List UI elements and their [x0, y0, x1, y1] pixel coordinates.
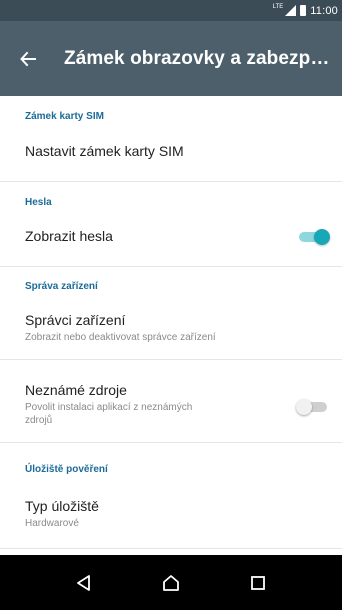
divider [0, 181, 342, 182]
arrow-left-icon [20, 51, 36, 66]
page-title: Zámek obrazovky a zabezp… [64, 47, 330, 69]
network-type: LTE [272, 3, 284, 10]
signal-icon [285, 5, 297, 16]
divider [0, 359, 342, 360]
nav-home-button[interactable] [151, 563, 191, 603]
settings-list: Zámek karty SIM Nastavit zámek karty SIM… [0, 96, 342, 555]
section-header-credential-storage: Úložiště pověření [25, 464, 108, 475]
setting-show-passwords-title: Zobrazit hesla [25, 228, 113, 244]
square-icon [251, 575, 266, 590]
setting-device-administrators[interactable]: Správci zařízení Zobrazit nebo deaktivov… [0, 302, 342, 352]
setting-unknown-sources[interactable]: Neznámé zdroje Povolit instalaci aplikac… [0, 372, 342, 436]
status-icons: LTE 11:00 [272, 3, 338, 17]
back-button[interactable] [0, 21, 56, 96]
setting-storage-type[interactable]: Typ úložiště Hardwarové [0, 488, 342, 538]
setting-storage-type-title: Typ úložiště [25, 498, 99, 514]
divider [0, 266, 342, 267]
navigation-bar [0, 555, 342, 610]
setting-unknown-sources-title: Neznámé zdroje [25, 382, 127, 398]
setting-device-administrators-subtitle: Zobrazit nebo deaktivovat správce zaříze… [25, 332, 216, 343]
section-header-sim: Zámek karty SIM [25, 111, 104, 122]
show-passwords-toggle[interactable] [296, 227, 330, 247]
house-icon [163, 574, 179, 591]
setting-device-administrators-title: Správci zařízení [25, 312, 126, 328]
section-header-passwords: Hesla [25, 197, 52, 208]
toggle-thumb [296, 399, 312, 415]
battery-icon [300, 5, 307, 16]
section-header-device-admin: Správa zařízení [25, 281, 98, 292]
setting-unknown-sources-subtitle-line1: Povolit instalaci aplikací z neznámých [25, 402, 193, 413]
clock: 11:00 [310, 4, 338, 17]
divider [0, 442, 342, 443]
divider [0, 548, 342, 549]
setting-sim-lock[interactable]: Nastavit zámek karty SIM [0, 132, 342, 172]
unknown-sources-toggle[interactable] [296, 397, 330, 417]
triangle-left-icon [76, 574, 90, 591]
app-bar: Zámek obrazovky a zabezp… [0, 21, 342, 96]
nav-back-button[interactable] [64, 563, 104, 603]
setting-show-passwords[interactable]: Zobrazit hesla [0, 218, 342, 258]
setting-unknown-sources-subtitle-line2: zdrojů [25, 415, 53, 426]
nav-recents-button[interactable] [238, 563, 278, 603]
setting-storage-type-subtitle: Hardwarové [25, 518, 79, 529]
toggle-thumb [314, 229, 330, 245]
setting-sim-lock-title: Nastavit zámek karty SIM [25, 143, 184, 159]
status-bar: LTE 11:00 [0, 0, 342, 21]
